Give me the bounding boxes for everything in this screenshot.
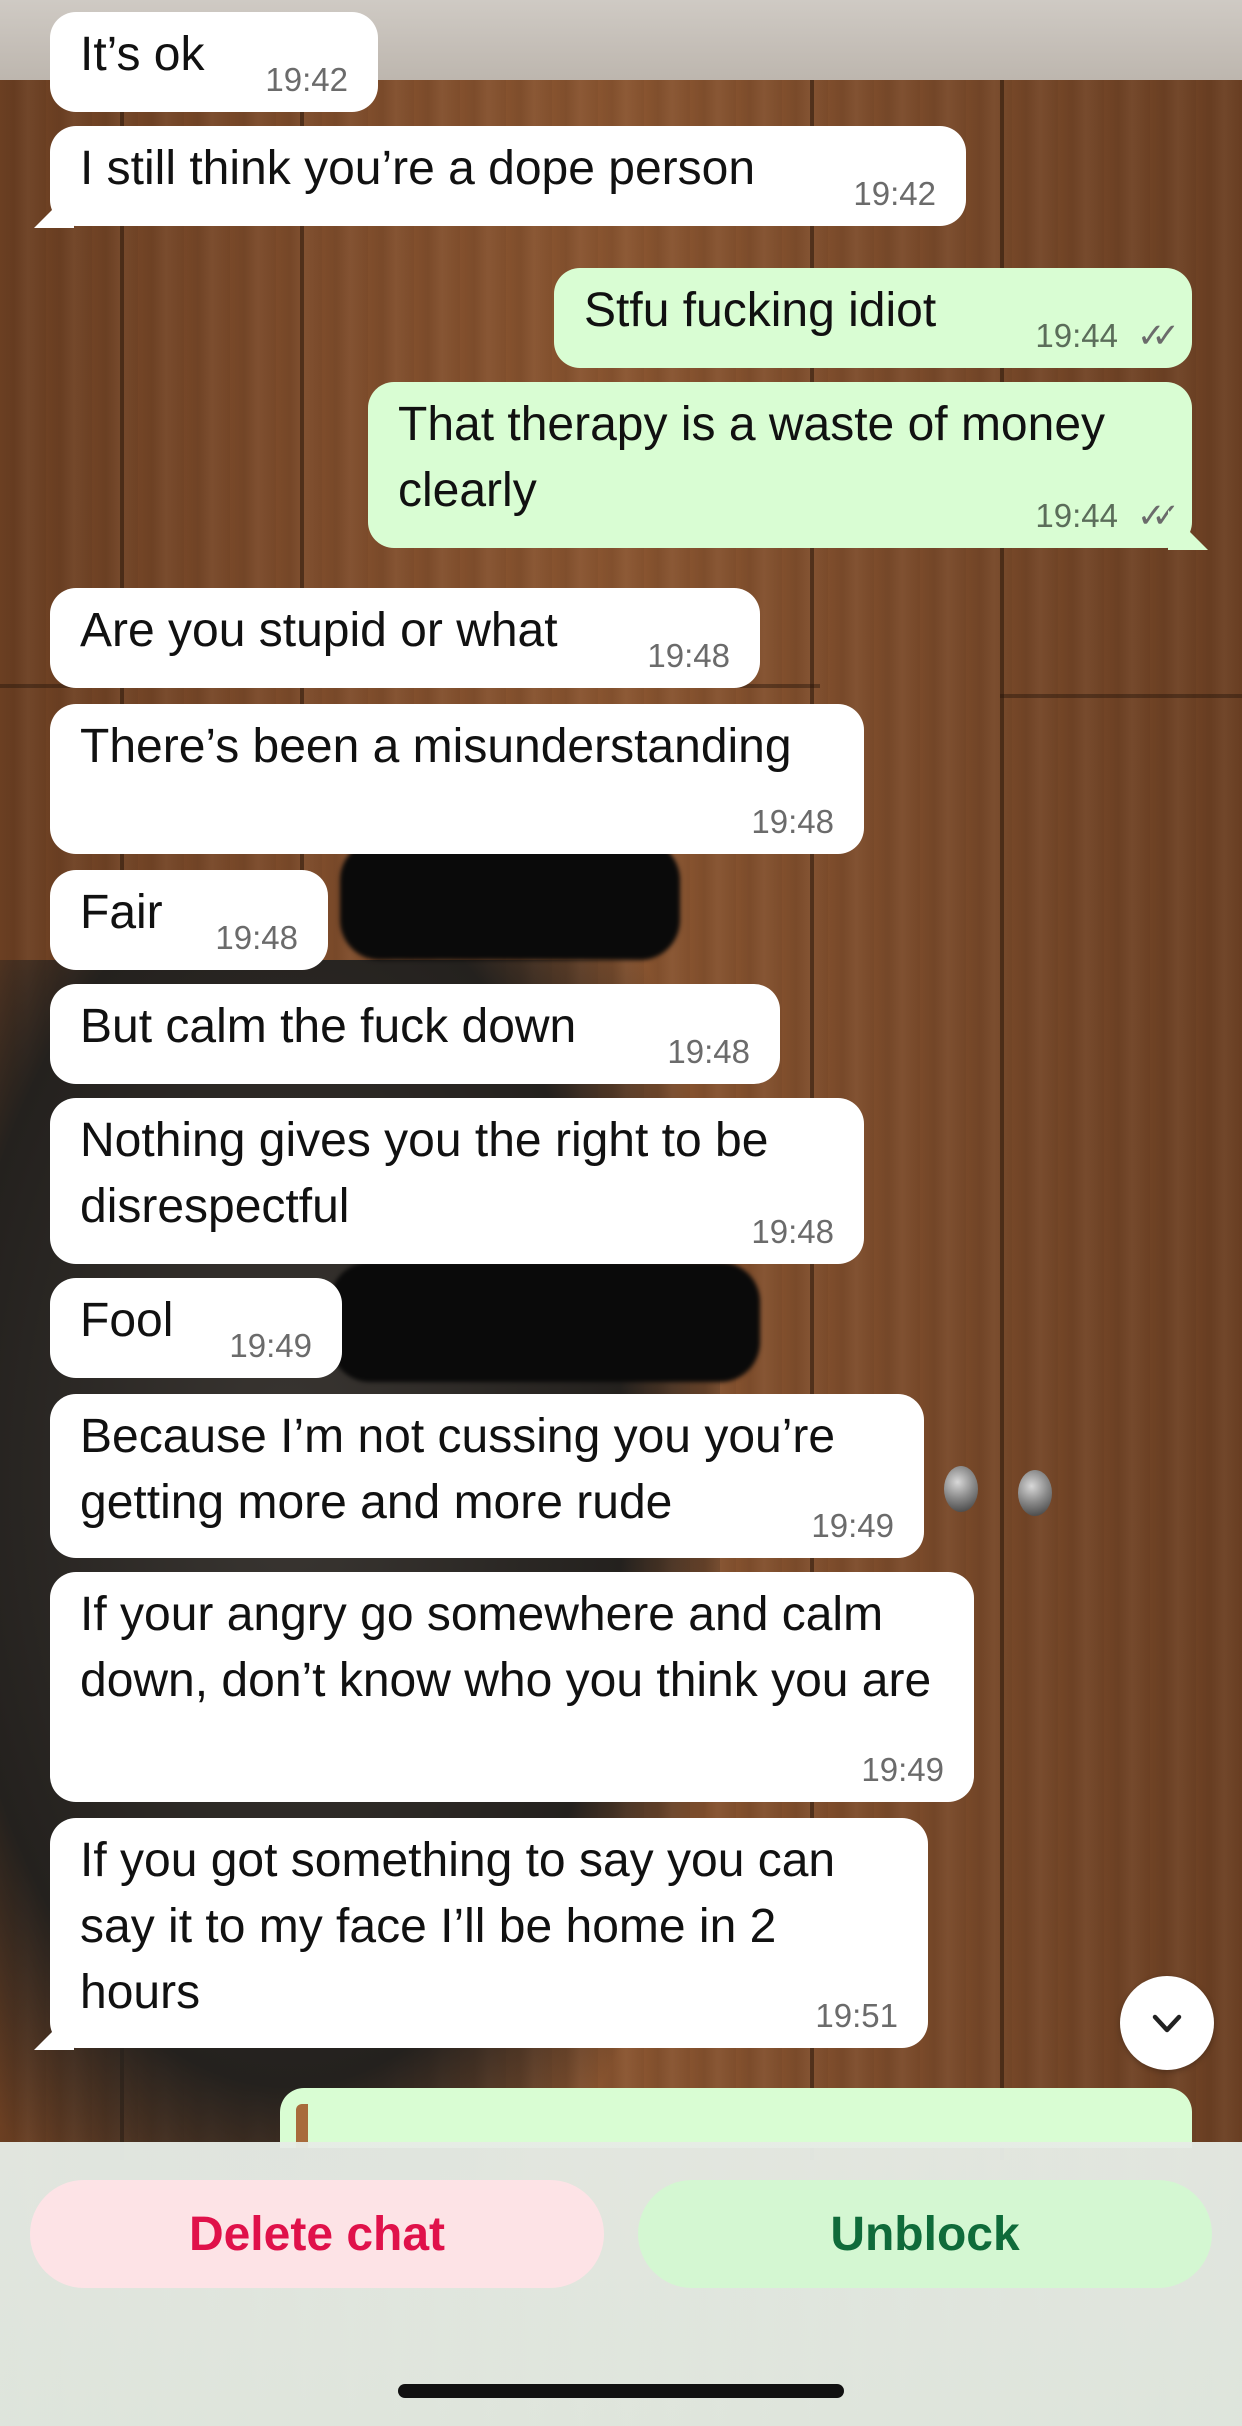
delete-chat-label: Delete chat (188, 2207, 446, 2261)
door-knob (944, 1466, 978, 1512)
message-time: 19:42 (265, 61, 348, 98)
message-incoming[interactable]: It’s ok 19:42 (50, 12, 378, 112)
message-time: 19:49 (811, 1507, 894, 1544)
unblock-label: Unblock (830, 2207, 1020, 2261)
message-incoming[interactable]: But calm the fuck down 19:48 (50, 984, 780, 1084)
message-text: But calm the fuck down (80, 1000, 577, 1053)
message-time: 19:48 (751, 1213, 834, 1250)
message-outgoing[interactable]: That therapy is a waste of money clearly… (368, 382, 1208, 550)
message-text: Fool (80, 1294, 174, 1347)
message-text: If your angry go somewhere and calm down… (80, 1588, 932, 1707)
message-text: Because I’m not cussing you you’re getti… (80, 1410, 836, 1529)
message-time: 19:49 (861, 1751, 944, 1788)
message-outgoing[interactable]: Stfu fucking idiot 19:44 ✓✓ (554, 268, 1192, 368)
message-incoming[interactable]: Nothing gives you the right to be disres… (50, 1098, 864, 1264)
message-text: If you got something to say you can say … (80, 1834, 836, 2019)
message-time: 19:44 (1035, 317, 1118, 354)
chevron-down-icon (1152, 2014, 1182, 2033)
message-incoming[interactable]: There’s been a misunderstanding 19:48 (50, 704, 864, 854)
message-time: 19:49 (229, 1327, 312, 1364)
delete-chat-button[interactable]: Delete chat (30, 2180, 604, 2288)
unblock-button[interactable]: Unblock (638, 2180, 1212, 2288)
double-check-icon: ✓✓ (1137, 317, 1180, 355)
redaction-mark (330, 1262, 760, 1382)
message-outgoing-partial (280, 2088, 1192, 2148)
message-time: 19:48 (751, 803, 834, 840)
message-time: 19:48 (215, 919, 298, 956)
message-incoming[interactable]: Because I’m not cussing you you’re getti… (50, 1394, 924, 1558)
message-time: 19:42 (853, 175, 936, 212)
message-text: Are you stupid or what (80, 604, 558, 657)
door-knob (1018, 1470, 1052, 1516)
message-text: Nothing gives you the right to be disres… (80, 1114, 769, 1233)
message-text: Fair (80, 886, 163, 939)
message-time: 19:48 (667, 1033, 750, 1070)
message-incoming[interactable]: If you got something to say you can say … (34, 1818, 928, 2050)
message-time: 19:44 (1035, 497, 1118, 534)
message-incoming[interactable]: Fair 19:48 (50, 870, 328, 970)
message-incoming[interactable]: If your angry go somewhere and calm down… (50, 1572, 974, 1802)
redaction-mark (340, 840, 680, 960)
double-check-icon: ✓✓ (1137, 497, 1180, 535)
message-text: It’s ok (80, 28, 205, 81)
message-text: Stfu fucking idiot (584, 284, 937, 337)
home-indicator[interactable] (398, 2384, 844, 2398)
message-time: 19:48 (647, 637, 730, 674)
message-time: 19:51 (815, 1997, 898, 2034)
scroll-to-bottom-button[interactable] (1120, 1976, 1214, 2070)
message-incoming[interactable]: Are you stupid or what 19:48 (50, 588, 760, 688)
message-incoming[interactable]: Fool 19:49 (50, 1278, 342, 1378)
message-text: There’s been a misunderstanding (80, 720, 792, 773)
message-incoming[interactable]: I still think you’re a dope person 19:42 (34, 126, 966, 228)
message-text: I still think you’re a dope person (80, 142, 756, 195)
wood-panel-seam (1000, 694, 1242, 698)
message-text: That therapy is a waste of money clearly (398, 398, 1106, 517)
